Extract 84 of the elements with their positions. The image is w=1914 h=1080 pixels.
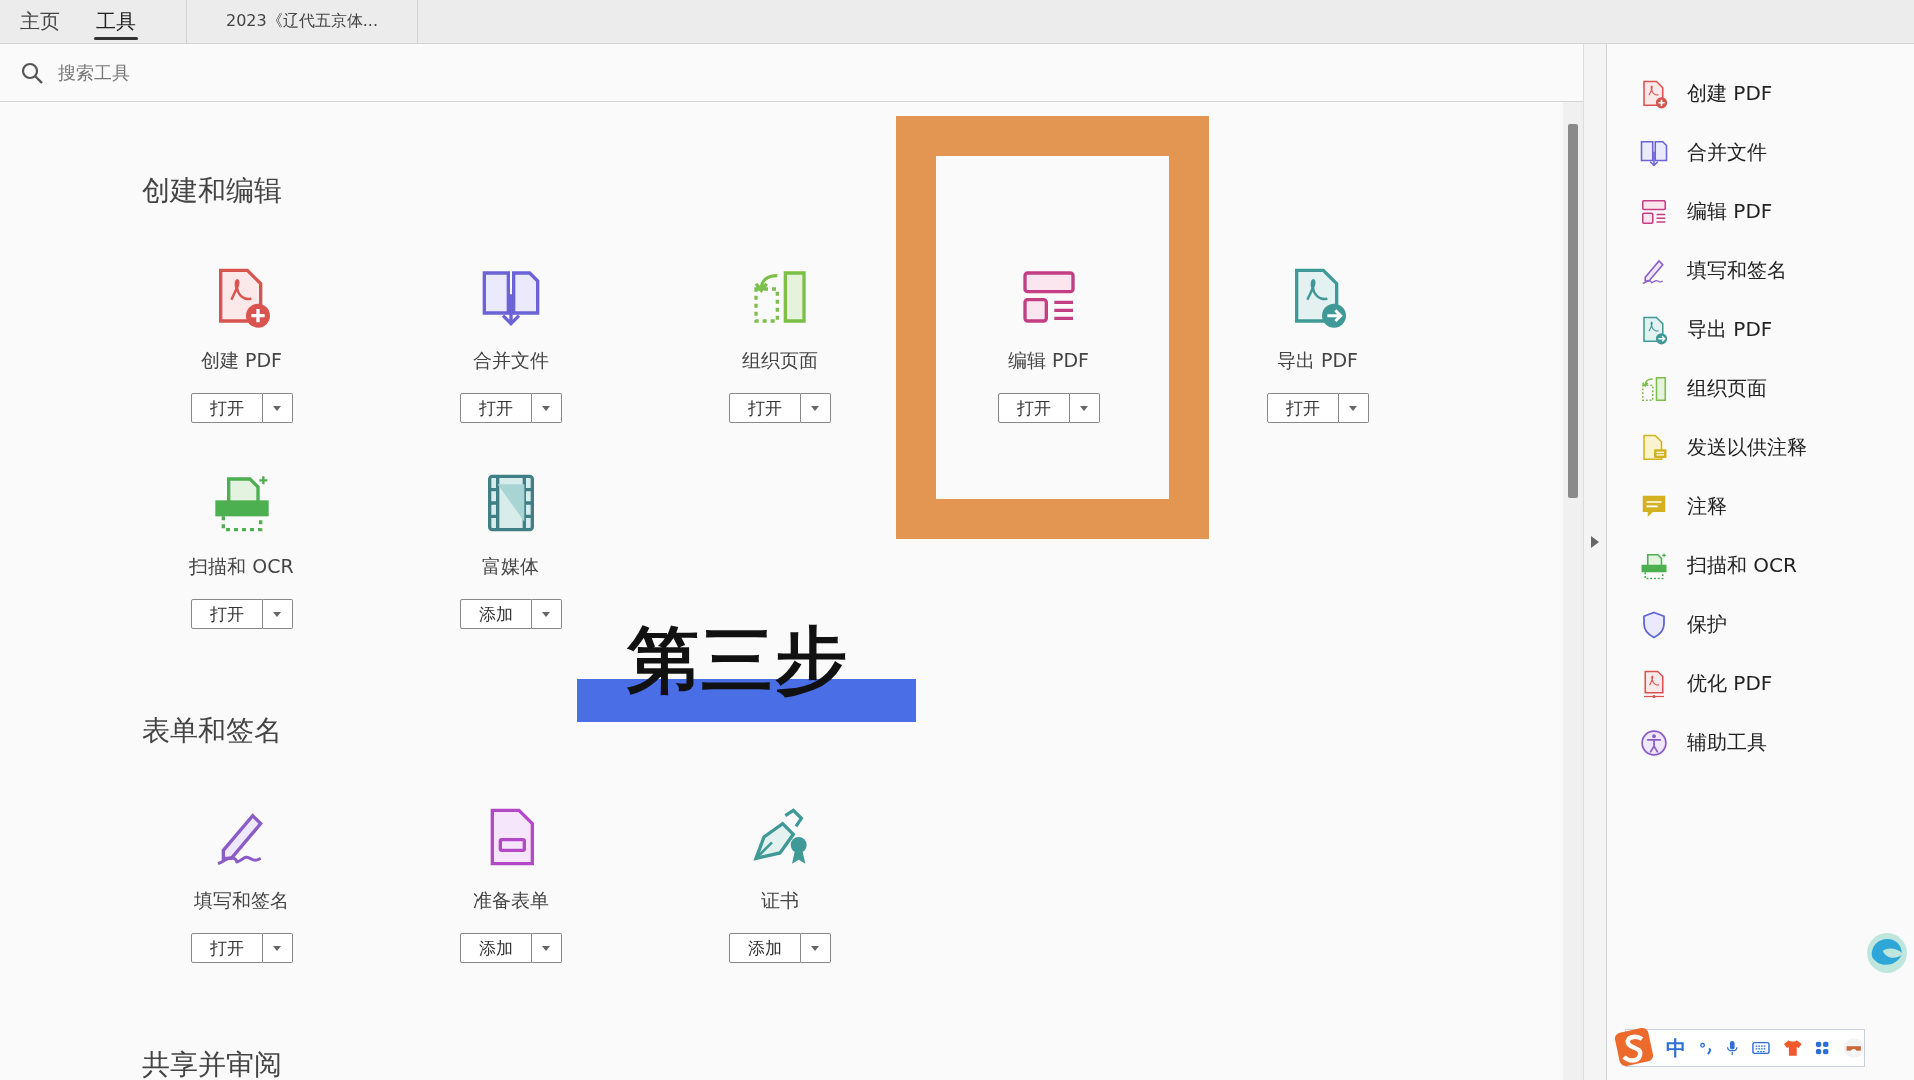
nav-tab[interactable]: 主页 bbox=[18, 0, 62, 43]
side-panel-item[interactable]: 编辑 PDF bbox=[1607, 182, 1914, 241]
side-panel-item[interactable]: 发送以供注释 bbox=[1607, 418, 1914, 477]
nav-tab[interactable]: 工具 bbox=[94, 0, 138, 43]
dropdown-button[interactable] bbox=[262, 933, 293, 963]
search-icon bbox=[20, 60, 44, 85]
accessibility-icon bbox=[1639, 727, 1669, 758]
mascot-icon[interactable] bbox=[1842, 1036, 1864, 1060]
caret-icon bbox=[273, 945, 281, 951]
dropdown-button[interactable] bbox=[262, 393, 293, 423]
open-button[interactable]: 打开 bbox=[190, 599, 263, 629]
tool-name: 导出 PDF bbox=[1276, 348, 1359, 373]
open-button[interactable]: 打开 bbox=[190, 393, 263, 423]
caret-icon bbox=[811, 405, 819, 411]
caret-icon bbox=[811, 945, 819, 951]
dropdown-button[interactable] bbox=[531, 393, 562, 423]
side-panel-item[interactable]: 辅助工具 bbox=[1607, 713, 1914, 772]
side-panel-item[interactable]: 保护 bbox=[1607, 595, 1914, 654]
open-button[interactable]: 添加 bbox=[459, 933, 532, 963]
dropdown-button[interactable] bbox=[800, 393, 831, 423]
side-panel-item[interactable]: 创建 PDF bbox=[1607, 64, 1914, 123]
side-panel-item[interactable]: 扫描和 OCR bbox=[1607, 536, 1914, 595]
tool-label: 辅助工具 bbox=[1687, 729, 1767, 756]
input-mode[interactable]: 中 bbox=[1666, 1034, 1686, 1062]
tool-name: 扫描和 OCR bbox=[189, 554, 294, 579]
dropdown-button[interactable] bbox=[800, 933, 831, 963]
tool-label: 优化 PDF bbox=[1687, 670, 1773, 697]
side-panel-item[interactable]: 组织页面 bbox=[1607, 359, 1914, 418]
tool-label: 填写和签名 bbox=[1687, 257, 1787, 284]
side-panel-item[interactable]: 合并文件 bbox=[1607, 123, 1914, 182]
side-panel-item[interactable]: 填写和签名 bbox=[1607, 241, 1914, 300]
side-panel-item[interactable]: 优化 PDF bbox=[1607, 654, 1914, 713]
dropdown-button[interactable] bbox=[531, 599, 562, 629]
input-method-logo-icon[interactable] bbox=[1614, 1027, 1654, 1067]
open-button[interactable]: 添加 bbox=[459, 599, 532, 629]
expand-arrow-icon[interactable] bbox=[1591, 536, 1599, 548]
caret-icon bbox=[273, 405, 281, 411]
tool-label: 发送以供注释 bbox=[1687, 434, 1807, 461]
tool-name: 填写和签名 bbox=[194, 888, 289, 913]
dropdown-button[interactable] bbox=[262, 599, 293, 629]
caret-icon bbox=[1080, 405, 1088, 411]
tool-name: 准备表单 bbox=[472, 888, 549, 913]
dropdown-button[interactable] bbox=[1338, 393, 1369, 423]
keyboard-icon[interactable] bbox=[1751, 1041, 1770, 1055]
caret-icon bbox=[1349, 405, 1357, 411]
tool-label: 扫描和 OCR bbox=[1687, 552, 1797, 579]
tool-name: 合并文件 bbox=[472, 348, 549, 373]
open-button[interactable]: 打开 bbox=[728, 393, 801, 423]
open-button[interactable]: 打开 bbox=[190, 933, 263, 963]
search-field[interactable]: 搜索工具 bbox=[56, 61, 460, 84]
floating-ball-icon[interactable] bbox=[1866, 932, 1908, 974]
section-heading: 表单和签名 bbox=[141, 713, 283, 749]
side-panel-item[interactable]: 导出 PDF bbox=[1607, 300, 1914, 359]
tool-label: 编辑 PDF bbox=[1687, 198, 1773, 225]
document-tab[interactable]: 2023《辽代五京体... bbox=[186, 0, 418, 43]
punctuation-icon[interactable] bbox=[1699, 1040, 1714, 1056]
open-button[interactable]: 打开 bbox=[997, 393, 1070, 423]
scrollbar-thumb[interactable] bbox=[1568, 124, 1578, 498]
side-panel-item[interactable]: 注释 bbox=[1607, 477, 1914, 536]
shirt-icon[interactable] bbox=[1782, 1038, 1803, 1058]
caret-icon bbox=[542, 405, 550, 411]
section-heading: 创建和编辑 bbox=[141, 173, 283, 209]
caret-icon bbox=[542, 945, 550, 951]
open-button[interactable]: 打开 bbox=[1266, 393, 1339, 423]
dropdown-button[interactable] bbox=[1069, 393, 1100, 423]
tool-label: 导出 PDF bbox=[1687, 316, 1773, 343]
tool-label: 注释 bbox=[1687, 493, 1727, 520]
caret-icon bbox=[273, 611, 281, 617]
microphone-icon[interactable] bbox=[1726, 1038, 1739, 1058]
dropdown-button[interactable] bbox=[531, 933, 562, 963]
tool-name: 创建 PDF bbox=[200, 348, 283, 373]
tool-name: 富媒体 bbox=[482, 554, 539, 579]
caret-icon bbox=[542, 611, 550, 617]
section-heading: 共享并审阅 bbox=[141, 1047, 283, 1080]
tool-name: 组织页面 bbox=[741, 348, 818, 373]
tool-label: 创建 PDF bbox=[1687, 80, 1773, 107]
tool-label: 保护 bbox=[1687, 611, 1727, 638]
tool-label: 合并文件 bbox=[1687, 139, 1767, 166]
open-button[interactable]: 添加 bbox=[728, 933, 801, 963]
tool-label: 组织页面 bbox=[1687, 375, 1767, 402]
open-button[interactable]: 打开 bbox=[459, 393, 532, 423]
tool-name: 编辑 PDF bbox=[1007, 348, 1090, 373]
grid-apps-icon[interactable] bbox=[1815, 1040, 1830, 1056]
tool-name: 证书 bbox=[760, 888, 799, 913]
